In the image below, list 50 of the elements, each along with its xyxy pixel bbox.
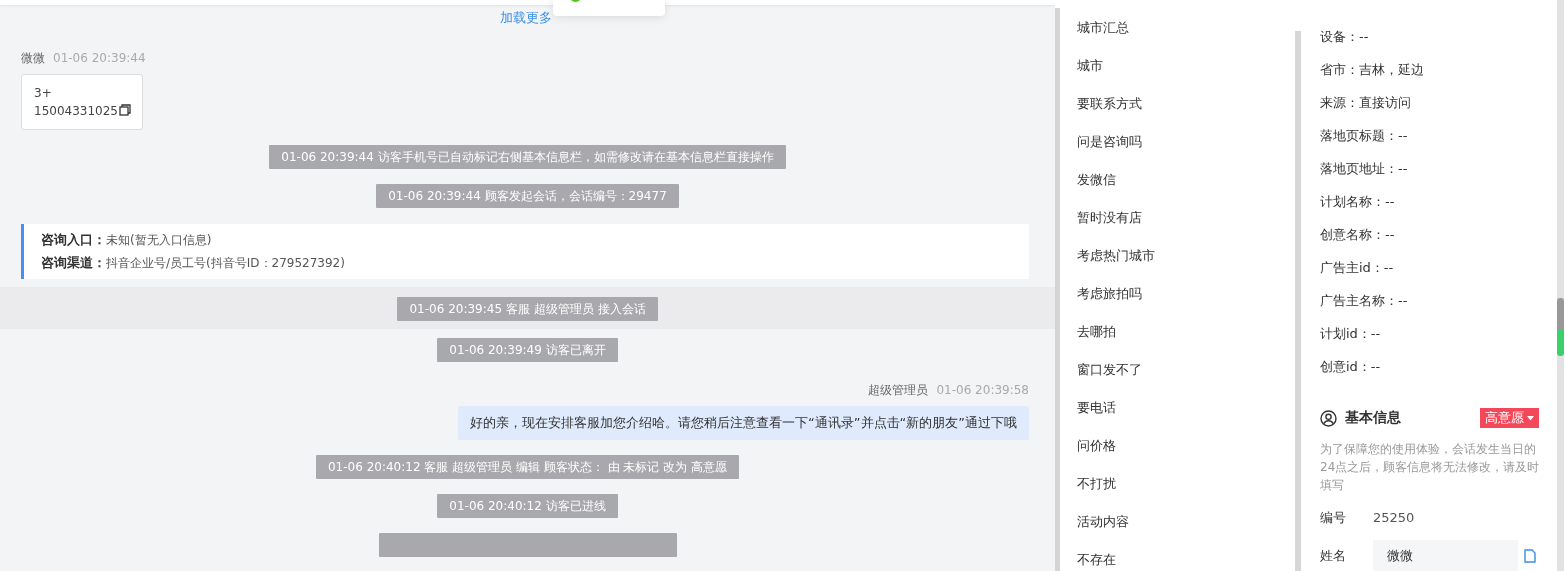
quick-reply-item[interactable]: 问是咨询吗 bbox=[1077, 123, 1295, 161]
quick-reply-item[interactable]: 活动内容 bbox=[1077, 503, 1295, 541]
message-text: 15004331025 bbox=[34, 102, 131, 120]
field-value: 25250 bbox=[1373, 510, 1415, 525]
source-info-line: 计划名称：-- bbox=[1320, 193, 1395, 211]
field-label: 编号 bbox=[1320, 508, 1347, 527]
name-field[interactable]: 微微 bbox=[1373, 540, 1518, 571]
info-label: 咨询渠道： bbox=[41, 255, 106, 270]
message-time: 01-06 20:39:44 bbox=[53, 50, 146, 66]
quick-reply-item[interactable]: 不存在 bbox=[1077, 541, 1295, 571]
section-title: 基本信息 bbox=[1345, 409, 1401, 427]
quick-reply-item[interactable]: 不打扰 bbox=[1077, 465, 1295, 503]
source-info-line: 落地页地址：-- bbox=[1320, 160, 1408, 178]
status-dropdown[interactable]: 高意愿 bbox=[1480, 408, 1539, 428]
sender-name: 超级管理员 bbox=[868, 382, 929, 398]
source-info-line: 广告主名称：-- bbox=[1320, 292, 1408, 310]
sender-name: 微微 bbox=[21, 50, 45, 66]
quick-reply-item[interactable]: 要电话 bbox=[1077, 389, 1295, 427]
info-label: 咨询入口： bbox=[41, 232, 106, 247]
info-value: 抖音企业号/员工号(抖音号ID：279527392) bbox=[106, 256, 345, 270]
info-value: 未知(暂无入口信息) bbox=[106, 233, 212, 247]
message-time: 01-06 20:39:58 bbox=[936, 382, 1029, 398]
quick-reply-item[interactable]: 发微信 bbox=[1077, 161, 1295, 199]
notice-text: 为了保障您的使用体验，会话发生当日的24点之后，顾客信息将无法修改，请及时填写 bbox=[1320, 441, 1541, 494]
source-info-line: 创意id：-- bbox=[1320, 358, 1381, 376]
source-info-line: 落地页标题：-- bbox=[1320, 127, 1408, 145]
message-bubble: 好的亲，现在安排客服加您介绍哈。请您稍后注意查看一下“通讯录”并点击“新的朋友”通过下哦 bbox=[458, 406, 1029, 440]
source-info-line: 创意名称：-- bbox=[1320, 226, 1395, 244]
system-notice: 01-06 20:40:12 访客已进线 bbox=[437, 494, 618, 518]
system-notice: 01-06 20:39:44 顾客发起会话，会话编号：29477 bbox=[376, 184, 679, 208]
system-notice: 01-06 20:39:49 访客已离开 bbox=[437, 338, 618, 362]
field-label: 姓名 bbox=[1320, 547, 1347, 565]
message-text: 3+ bbox=[34, 85, 53, 102]
quick-reply-item[interactable]: 窗口发不了 bbox=[1077, 351, 1295, 389]
quick-reply-item[interactable]: 要联系方式 bbox=[1077, 85, 1295, 123]
quick-reply-item[interactable]: 问价格 bbox=[1077, 427, 1295, 465]
quick-reply-item[interactable]: 考虑热门城市 bbox=[1077, 237, 1295, 275]
source-info-line: 广告主id：-- bbox=[1320, 259, 1394, 277]
quick-reply-item[interactable]: 暂时没有店 bbox=[1077, 199, 1295, 237]
quick-reply-item[interactable]: 考虑旅拍吗 bbox=[1077, 275, 1295, 313]
source-info-line: 设备：-- bbox=[1320, 28, 1369, 46]
system-notice: 01-06 20:40:12 客服 超级管理员 编辑 顾客状态： 由 未标记 改为 高意愿 bbox=[315, 455, 740, 479]
quick-reply-item[interactable]: 去哪拍 bbox=[1077, 313, 1295, 351]
system-notice: 01-06 20:39:44 访客手机号已自动标记右侧基本信息栏，如需修改请在基本信息栏直接操作 bbox=[269, 145, 786, 169]
quick-reply-item[interactable]: 城市汇总 bbox=[1077, 9, 1295, 47]
source-info-line: 省市：吉林，延边 bbox=[1320, 61, 1424, 79]
quick-reply-item[interactable]: 城市 bbox=[1077, 47, 1295, 85]
source-info-line: 计划id：-- bbox=[1320, 325, 1381, 343]
system-notice: 01-06 20:39:45 客服 超级管理员 接入会话 bbox=[397, 297, 658, 321]
source-info-line: 来源：直接访问 bbox=[1320, 94, 1411, 112]
